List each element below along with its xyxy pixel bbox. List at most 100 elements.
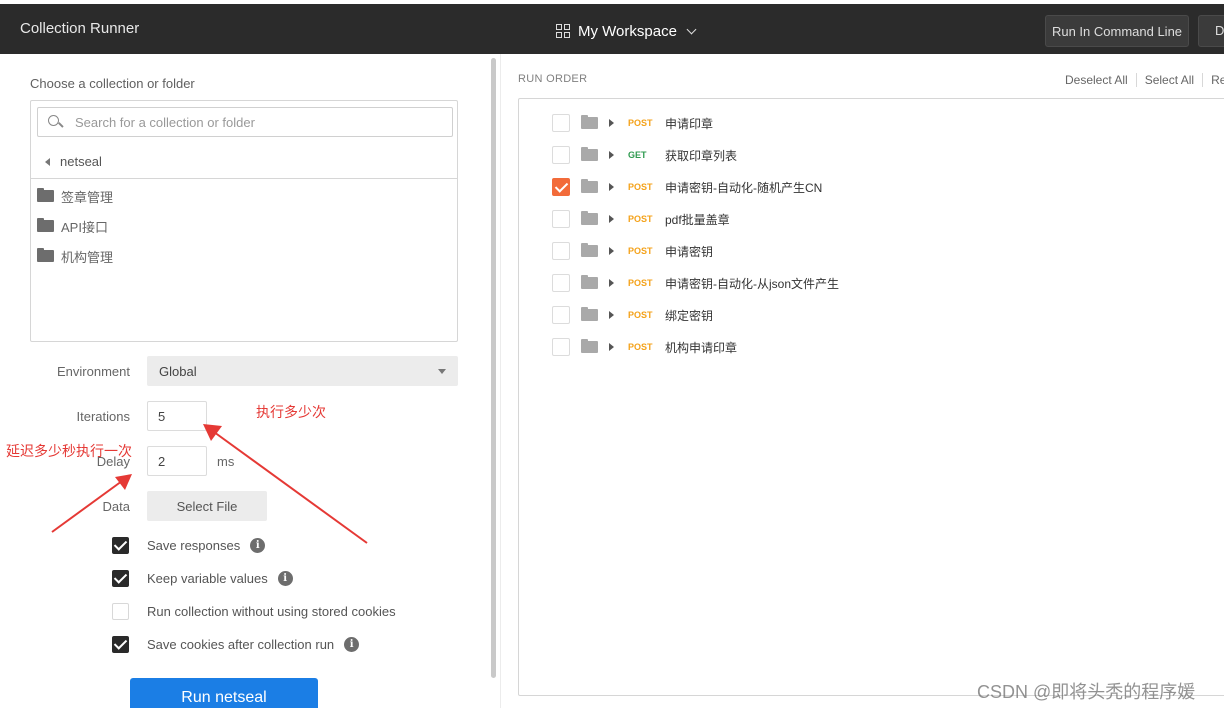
info-icon[interactable]: i [250,537,266,553]
request-checkbox[interactable] [552,338,570,356]
option-label: Save cookies after collection run [147,636,335,652]
method-badge: POST [628,246,653,256]
request-row[interactable]: POST 申请密钥 [552,241,713,261]
environment-label: Environment [57,364,130,379]
request-row[interactable]: GET 获取印章列表 [552,145,737,165]
checkbox[interactable] [112,602,129,620]
request-row[interactable]: POST 申请密钥-自动化-随机产生CN [552,177,822,197]
request-name: 获取印章列表 [665,148,738,163]
folder-icon [581,243,598,257]
request-row[interactable]: POST 申请印章 [552,113,713,133]
choose-collection-label: Choose a collection or folder [30,76,195,91]
app-title: Collection Runner [20,20,140,37]
folder-label: 签章管理 [61,189,114,205]
option-label: Save responses [147,537,241,553]
request-name: 申请密钥-自动化-随机产生CN [665,180,823,195]
checkbox[interactable] [112,569,129,587]
runner-settings-panel: Choose a collection or folder netseal 签章… [0,54,494,708]
watermark: CSDN @即将头秃的程序媛 [977,682,1196,702]
expand-caret-icon[interactable] [609,311,614,319]
folder-item[interactable]: API接口 [37,215,108,237]
expand-caret-icon[interactable] [609,343,614,351]
run-order-panel: RUN ORDER Deselect All Select All Re POS… [501,54,1224,708]
request-checkbox[interactable] [552,306,570,324]
request-name: 绑定密钥 [665,308,714,323]
request-checkbox[interactable] [552,114,570,132]
breadcrumb-label: netseal [60,154,102,169]
request-row[interactable]: POST pdf批量盖章 [552,209,730,229]
run-order-heading: RUN ORDER [518,73,588,85]
expand-caret-icon[interactable] [609,183,614,191]
collection-search[interactable] [37,107,453,137]
method-badge: POST [628,118,653,128]
docs-button[interactable]: D [1198,15,1224,47]
expand-caret-icon[interactable] [609,279,614,287]
search-icon [48,114,63,130]
delay-unit: ms [217,454,235,469]
option-save-cookies[interactable]: Save cookies after collection run i [112,634,360,654]
folder-label: 机构管理 [61,249,114,265]
option-save-responses[interactable]: Save responses i [112,535,266,555]
expand-caret-icon[interactable] [609,247,614,255]
checkbox[interactable] [112,536,129,554]
collection-picker: netseal 签章管理 API接口 机构管理 [30,100,458,342]
environment-select[interactable]: Global [147,356,458,386]
expand-caret-icon[interactable] [609,119,614,127]
request-name: 申请密钥-自动化-从json文件产生 [665,276,840,291]
folder-item[interactable]: 机构管理 [37,245,113,267]
option-label: Keep variable values [147,570,268,586]
folder-label: API接口 [61,219,108,235]
run-collection-button[interactable]: Run netseal [130,678,318,708]
delay-input[interactable]: 2 [147,446,207,476]
iterations-label: Iterations [76,409,130,424]
method-badge: GET [628,150,647,160]
search-input[interactable] [75,114,435,130]
request-name: 申请密钥 [665,244,714,259]
folder-item[interactable]: 签章管理 [37,185,113,207]
workspace-switcher[interactable]: My Workspace [556,18,697,44]
select-file-button[interactable]: Select File [147,491,267,521]
chevron-down-icon [686,24,697,34]
link-separator [1135,73,1137,87]
environment-value: Global [159,363,197,379]
left-panel-scrollbar[interactable] [491,58,496,678]
run-in-command-line-button[interactable]: Run In Command Line [1045,15,1189,47]
workspace-label: My Workspace [578,22,677,40]
caret-down-icon [438,369,446,374]
link-separator [1202,73,1204,87]
request-checkbox[interactable] [552,178,570,196]
method-badge: POST [628,342,653,352]
breadcrumb[interactable]: netseal [31,145,457,179]
folder-icon [581,211,598,225]
checkbox[interactable] [112,635,129,653]
request-name: 申请印章 [665,116,714,131]
request-checkbox[interactable] [552,274,570,292]
method-badge: POST [628,278,653,288]
option-run-without-cookies[interactable]: Run collection without using stored cook… [112,601,396,621]
request-row[interactable]: POST 机构申请印章 [552,337,737,357]
folder-icon [37,188,54,202]
request-checkbox[interactable] [552,210,570,228]
request-row[interactable]: POST 绑定密钥 [552,305,713,325]
request-checkbox[interactable] [552,242,570,260]
folder-icon [581,339,598,353]
folder-icon [37,248,54,262]
option-label: Run collection without using stored cook… [147,603,396,619]
iterations-annotation: 执行多少次 [256,404,326,420]
info-icon[interactable]: i [277,570,293,586]
option-keep-variable-values[interactable]: Keep variable values i [112,568,293,588]
deselect-all-link[interactable]: Deselect All [1065,73,1128,87]
workspace-grid-icon [556,24,570,38]
request-row[interactable]: POST 申请密钥-自动化-从json文件产生 [552,273,839,293]
data-label: Data [102,499,130,514]
folder-icon [37,218,54,232]
select-all-link[interactable]: Select All [1145,73,1194,87]
reset-link[interactable]: Re [1211,73,1224,87]
info-icon[interactable]: i [344,636,360,652]
expand-caret-icon[interactable] [609,215,614,223]
expand-caret-icon[interactable] [609,151,614,159]
iterations-input[interactable]: 5 [147,401,207,431]
method-badge: POST [628,182,653,192]
folder-icon [581,115,598,129]
request-checkbox[interactable] [552,146,570,164]
